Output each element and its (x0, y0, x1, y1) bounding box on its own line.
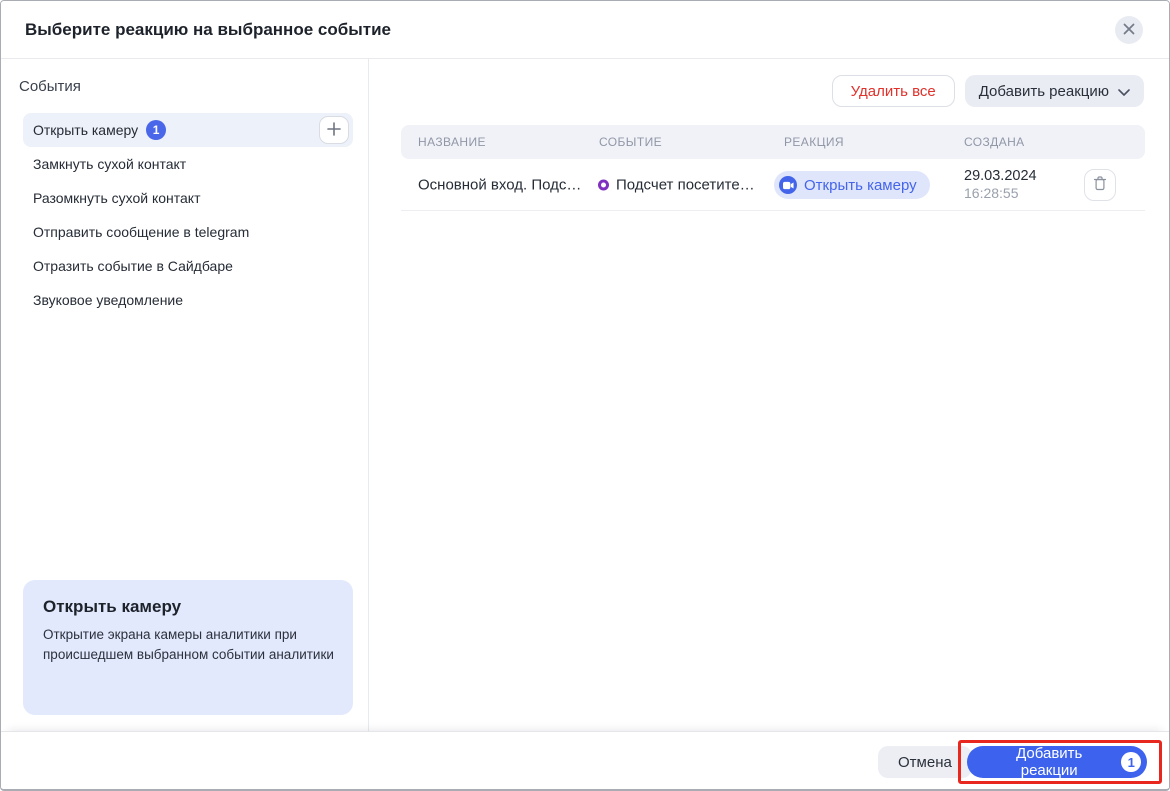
add-event-reaction-button[interactable] (319, 116, 349, 144)
info-card-title: Открыть камеру (43, 597, 333, 617)
submit-label: Добавить реакции (987, 745, 1111, 779)
table-header-row: НАЗВАНИЕ СОБЫТИЕ РЕАКЦИЯ СОЗДАНА (401, 125, 1145, 159)
column-header-name: НАЗВАНИЕ (418, 135, 486, 149)
sidebar-item-send-telegram[interactable]: Отправить сообщение в telegram (23, 215, 353, 249)
actions-toolbar: Удалить все Добавить реакцию (832, 75, 1144, 107)
camera-icon (779, 176, 797, 194)
add-reaction-label: Добавить реакцию (979, 83, 1109, 100)
sidebar-item-sound-notification[interactable]: Звуковое уведомление (23, 283, 353, 317)
close-icon (1123, 23, 1135, 38)
event-ring-icon (598, 179, 609, 190)
created-date: 29.03.2024 (964, 167, 1037, 185)
reaction-chip-label: Открыть камеру (804, 177, 917, 194)
event-item-label: Отправить сообщение в telegram (33, 224, 249, 240)
reactions-content: Удалить все Добавить реакцию НАЗВАНИЕ СО… (369, 59, 1169, 731)
delete-row-button[interactable] (1084, 169, 1116, 201)
reaction-info-card: Открыть камеру Открытие экрана камеры ан… (23, 580, 353, 715)
created-time: 16:28:55 (964, 185, 1037, 202)
trash-icon (1093, 176, 1107, 194)
event-item-label: Звуковое уведомление (33, 292, 183, 308)
sidebar-item-open-camera[interactable]: Открыть камеру 1 (23, 113, 353, 147)
cell-event-label: Подсчет посетите… (616, 176, 755, 193)
delete-all-button[interactable]: Удалить все (832, 75, 955, 107)
cell-name: Основной вход. Подс… (418, 176, 581, 193)
events-sidebar: События Открыть камеру 1 Замкнуть сухой … (1, 59, 369, 731)
cell-event: Подсчет посетите… (598, 176, 755, 193)
dialog-title: Выберите реакцию на выбранное событие (25, 20, 391, 40)
chevron-down-icon (1109, 83, 1130, 100)
column-header-reaction: РЕАКЦИЯ (784, 135, 844, 149)
close-button[interactable] (1115, 16, 1143, 44)
column-header-event: СОБЫТИЕ (599, 135, 662, 149)
info-card-description: Открытие экрана камеры аналитики при про… (43, 625, 338, 664)
reactions-table: НАЗВАНИЕ СОБЫТИЕ РЕАКЦИЯ СОЗДАНА Основно… (401, 125, 1145, 211)
add-reaction-dropdown-button[interactable]: Добавить реакцию (965, 75, 1144, 107)
dialog-header: Выберите реакцию на выбранное событие (1, 1, 1169, 59)
dialog-body: События Открыть камеру 1 Замкнуть сухой … (1, 59, 1169, 731)
sidebar-item-show-in-sidebar[interactable]: Отразить событие в Сайдбаре (23, 249, 353, 283)
sidebar-item-open-dry-contact[interactable]: Разомкнуть сухой контакт (23, 181, 353, 215)
event-item-label: Открыть камеру (33, 122, 138, 138)
events-list: Открыть камеру 1 Замкнуть сухой контакт … (1, 113, 368, 317)
plus-icon (327, 122, 341, 139)
submit-count-badge: 1 (1121, 752, 1141, 772)
dialog-footer: Отмена Добавить реакции 1 (1, 731, 1169, 789)
event-item-label: Отразить событие в Сайдбаре (33, 258, 233, 274)
reaction-chip: Открыть камеру (774, 171, 930, 199)
sidebar-item-close-dry-contact[interactable]: Замкнуть сухой контакт (23, 147, 353, 181)
event-item-label: Замкнуть сухой контакт (33, 156, 186, 172)
cancel-button[interactable]: Отмена (878, 746, 972, 778)
cell-created: 29.03.2024 16:28:55 (964, 167, 1037, 202)
event-count-badge: 1 (146, 120, 166, 140)
events-heading: События (19, 78, 81, 95)
event-item-label: Разомкнуть сухой контакт (33, 190, 201, 206)
reaction-dialog: Выберите реакцию на выбранное событие Со… (0, 0, 1170, 791)
add-reactions-submit-button[interactable]: Добавить реакции 1 (967, 746, 1147, 778)
column-header-created: СОЗДАНА (964, 135, 1025, 149)
table-row: Основной вход. Подс… Подсчет посетите… О… (401, 159, 1145, 211)
